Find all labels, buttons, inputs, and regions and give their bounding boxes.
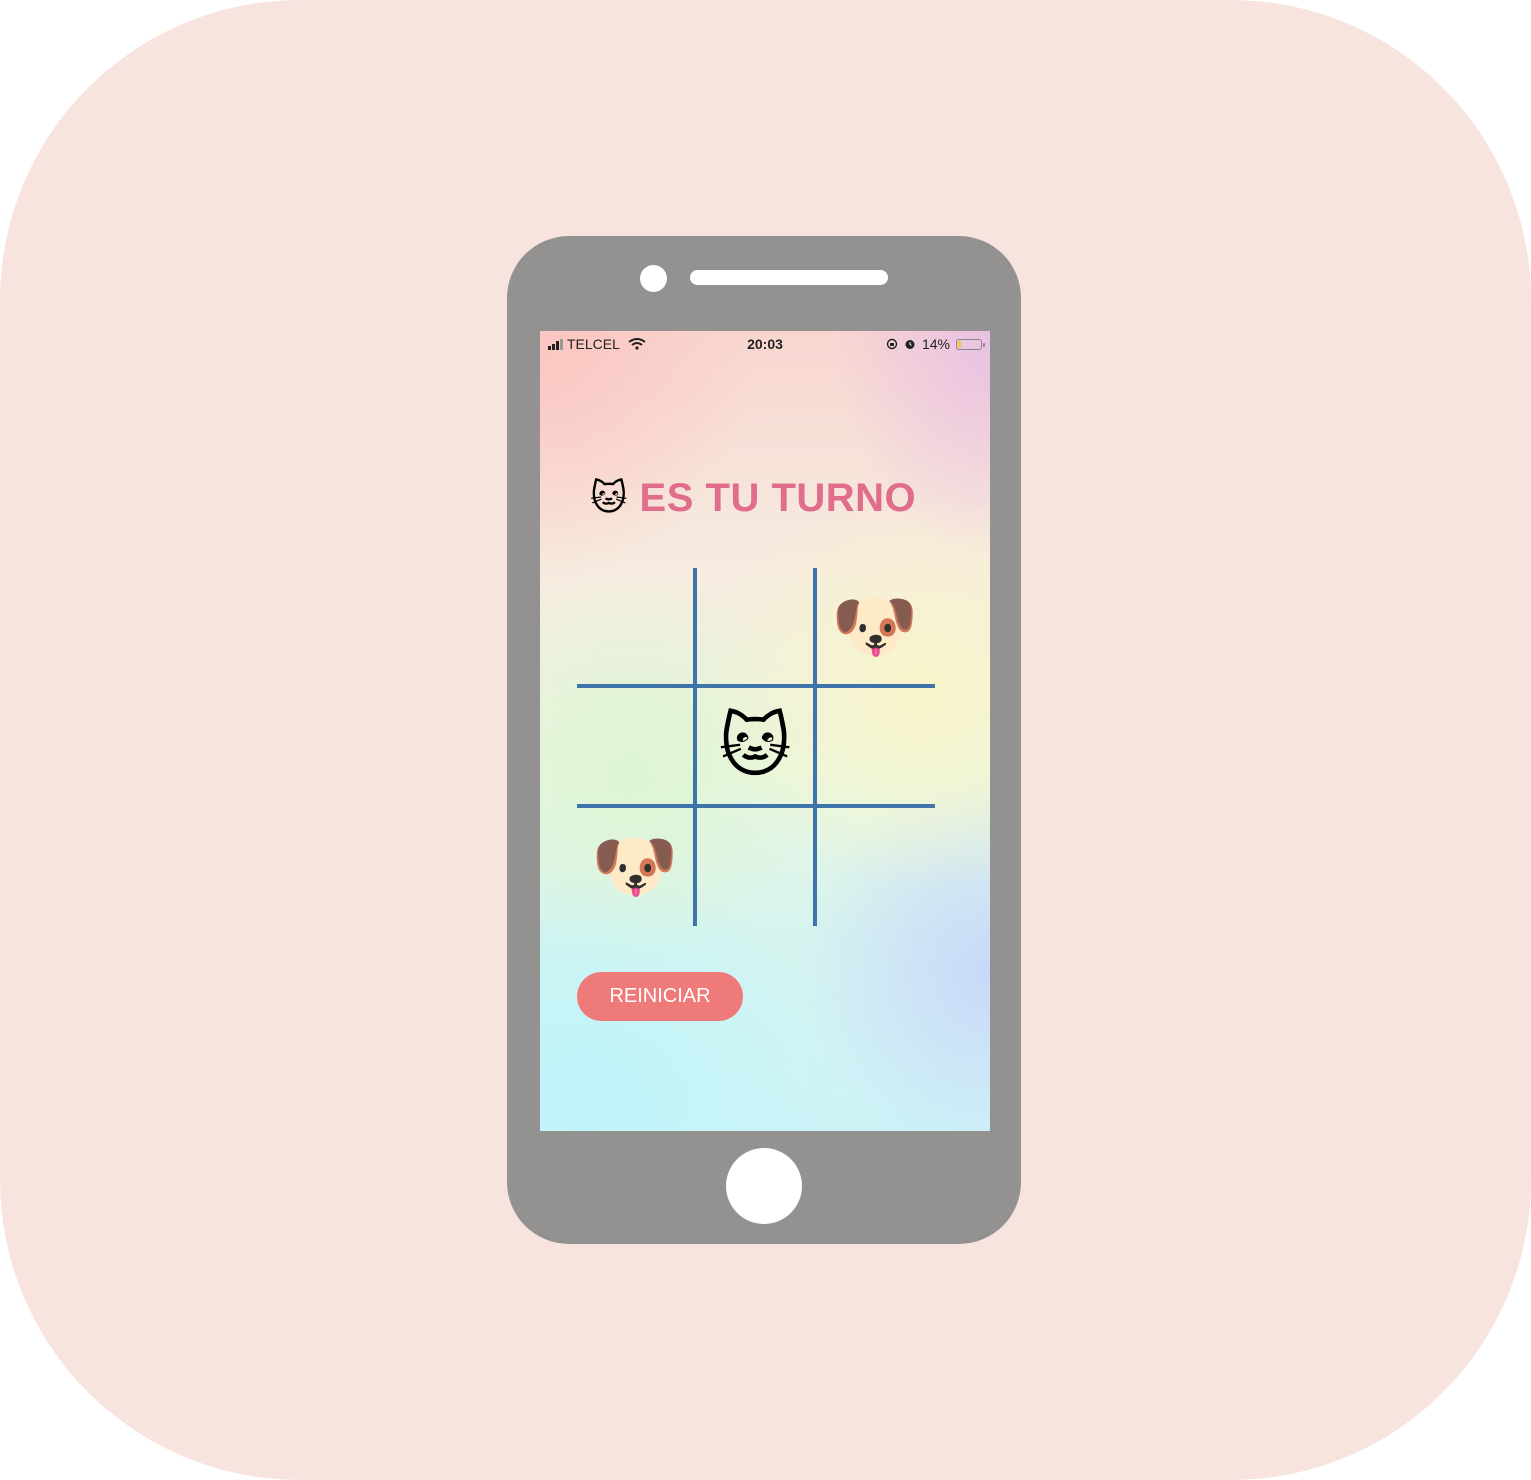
status-bar-right: 14% bbox=[886, 336, 985, 352]
board-cell-1[interactable] bbox=[577, 568, 693, 684]
turn-indicator: 🐱 ES TU TURNO bbox=[590, 476, 916, 521]
cat-icon: 🐱 bbox=[590, 477, 628, 519]
tic-tac-toe-board: 🐶 🐱 🐶 bbox=[577, 568, 935, 926]
board-cell-5[interactable]: 🐱 bbox=[697, 688, 813, 804]
front-camera bbox=[640, 265, 667, 292]
speaker-grille bbox=[690, 270, 888, 285]
board-cell-3[interactable]: 🐶 bbox=[817, 568, 933, 684]
battery-fill bbox=[958, 340, 961, 348]
grid-line-horizontal bbox=[577, 804, 935, 808]
home-button[interactable] bbox=[726, 1148, 802, 1224]
status-bar: TELCEL 20:03 14% bbox=[540, 331, 990, 357]
grid-line-horizontal bbox=[577, 684, 935, 688]
board-cell-2[interactable] bbox=[697, 568, 813, 684]
grid-line-vertical bbox=[693, 568, 697, 926]
phone-frame: TELCEL 20:03 14% 🐱 ES TU TURNO 🐶 🐱 🐶 REI… bbox=[507, 236, 1021, 1244]
phone-screen: TELCEL 20:03 14% 🐱 ES TU TURNO 🐶 🐱 🐶 REI… bbox=[540, 331, 990, 1131]
battery-percent: 14% bbox=[921, 336, 950, 352]
grid-line-vertical bbox=[813, 568, 817, 926]
board-cell-4[interactable] bbox=[577, 688, 693, 804]
board-cell-8[interactable] bbox=[697, 808, 813, 924]
rotation-lock-icon bbox=[886, 338, 898, 350]
restart-button[interactable]: REINICIAR bbox=[577, 972, 743, 1021]
board-cell-7[interactable]: 🐶 bbox=[577, 808, 693, 924]
board-cell-9[interactable] bbox=[817, 808, 933, 924]
turn-title: ES TU TURNO bbox=[639, 476, 917, 520]
alarm-icon bbox=[905, 340, 915, 349]
battery-icon bbox=[956, 338, 985, 350]
board-cell-6[interactable] bbox=[817, 688, 933, 804]
